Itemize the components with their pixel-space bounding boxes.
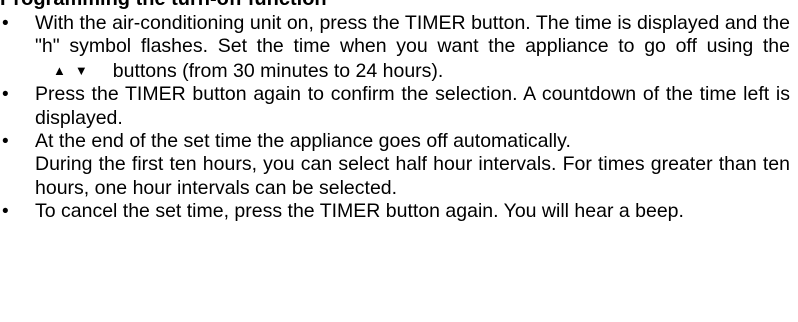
instruction-list: • With the air-conditioning unit on, pre… xyxy=(0,12,790,224)
item-3-text-continued: During the first ten hours, you can sele… xyxy=(35,153,790,199)
up-arrow-icon: ▲ xyxy=(53,62,75,78)
bullet-icon: • xyxy=(2,84,9,106)
item-1-text-after: buttons (from 30 minutes to 24 hours). xyxy=(112,59,444,82)
bullet-icon: • xyxy=(2,131,9,153)
item-1-text-before: With the air-conditioning unit on, press… xyxy=(35,12,790,58)
arrow-buttons-symbol: ▲▼ xyxy=(53,59,97,82)
item-2-text: Press the TIMER button again to confirm … xyxy=(35,83,790,129)
list-item: • At the end of the set time the applian… xyxy=(0,130,790,200)
list-item: • Press the TIMER button again to confir… xyxy=(0,83,790,130)
item-4-text: To cancel the set time, press the TIMER … xyxy=(35,200,684,223)
list-item: • With the air-conditioning unit on, pre… xyxy=(0,12,790,83)
bullet-icon: • xyxy=(2,13,9,34)
item-3-text: At the end of the set time the appliance… xyxy=(35,130,571,153)
bullet-icon: • xyxy=(2,201,9,223)
down-arrow-icon: ▼ xyxy=(74,62,97,78)
section-heading: Programming the turn-off function xyxy=(0,0,327,11)
list-item: • To cancel the set time, press the TIME… xyxy=(0,200,790,223)
